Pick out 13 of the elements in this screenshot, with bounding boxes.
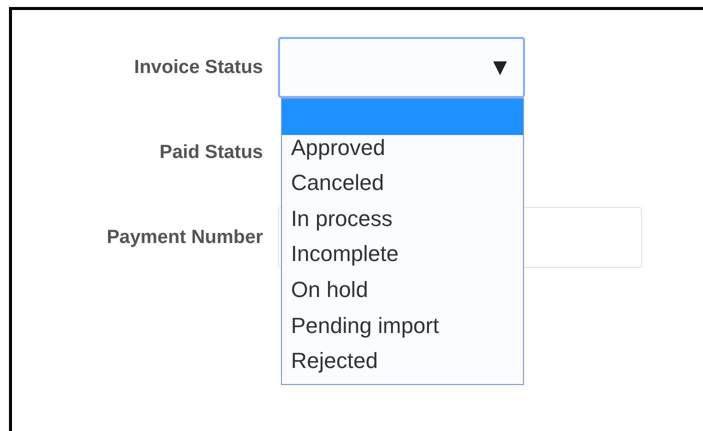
dropdown-option[interactable]: Approved	[282, 134, 523, 170]
field-label: Paid Status	[158, 142, 263, 164]
dropdown-option[interactable]	[282, 99, 523, 135]
dropdown-option[interactable]: On hold	[282, 276, 523, 313]
dropdown-option[interactable]: In process	[282, 206, 523, 242]
dropdown-field[interactable]: ▼	[278, 37, 525, 98]
field-label: Invoice Status	[133, 56, 263, 78]
dropdown-option[interactable]: Canceled	[282, 170, 523, 206]
caret-icon: ▼	[493, 57, 507, 78]
field-label: Payment Number	[106, 226, 263, 248]
dropdown-option[interactable]: Pending import	[282, 312, 523, 348]
dropdown-option[interactable]: Rejected	[282, 348, 523, 384]
dropdown-option[interactable]: Incomplete	[282, 241, 523, 277]
